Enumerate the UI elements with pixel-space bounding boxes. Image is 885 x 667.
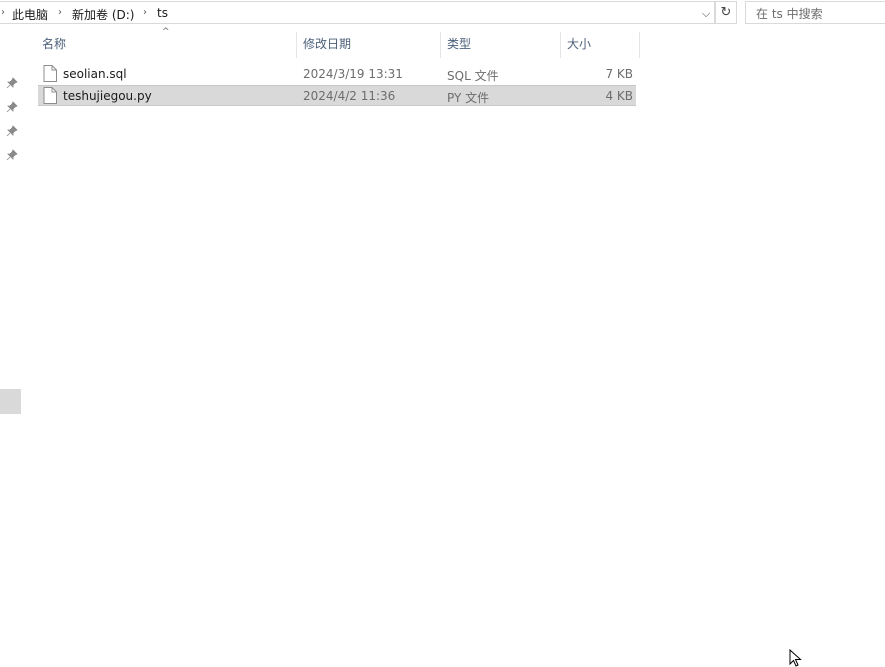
column-divider[interactable]: [560, 32, 561, 58]
file-name: teshujiegou.py: [63, 89, 152, 103]
search-input[interactable]: [754, 3, 885, 24]
file-size: 4 KB: [605, 89, 633, 103]
pin-icon[interactable]: [6, 77, 18, 89]
document-icon: [43, 65, 57, 82]
column-header-date[interactable]: 修改日期: [303, 32, 351, 56]
column-divider[interactable]: [296, 32, 297, 58]
column-header-name[interactable]: 名称: [42, 32, 66, 56]
breadcrumb[interactable]: › 此电脑 › 新加卷 (D:) › ts ⌵: [0, 1, 715, 24]
column-header-size[interactable]: 大小: [567, 32, 591, 56]
nav-pane-selected-item[interactable]: [0, 389, 21, 414]
refresh-button[interactable]: ↻: [715, 1, 737, 24]
search-box[interactable]: [745, 1, 885, 24]
chevron-down-icon[interactable]: ⌵: [699, 4, 713, 24]
chevron-right-icon[interactable]: ›: [1, 7, 5, 18]
pin-icon[interactable]: [6, 149, 18, 161]
file-modified-date: 2024/3/19 13:31: [303, 67, 403, 81]
mouse-pointer-icon: [789, 649, 802, 667]
file-size: 7 KB: [605, 67, 633, 81]
column-divider[interactable]: [639, 32, 640, 58]
document-icon: [43, 87, 57, 104]
file-modified-date: 2024/4/2 11:36: [303, 89, 396, 103]
column-divider[interactable]: [440, 32, 441, 58]
file-row-teshujiegou-py[interactable]: teshujiegou.py 2024/4/2 11:36 PY 文件 4 KB: [38, 85, 636, 106]
file-type: SQL 文件: [447, 69, 499, 83]
chevron-right-icon[interactable]: ›: [143, 7, 147, 18]
breadcrumb-drive-d[interactable]: 新加卷 (D:): [72, 6, 134, 23]
breadcrumb-this-pc[interactable]: 此电脑: [12, 6, 48, 23]
file-row-seolian-sql[interactable]: seolian.sql 2024/3/19 13:31 SQL 文件 7 KB: [38, 64, 636, 85]
file-name: seolian.sql: [63, 67, 127, 81]
breadcrumb-ts[interactable]: ts: [157, 6, 168, 20]
file-type: PY 文件: [447, 91, 490, 105]
refresh-icon: ↻: [720, 5, 732, 20]
sort-ascending-icon: ^: [162, 27, 170, 37]
pin-icon[interactable]: [6, 101, 18, 113]
pin-icon[interactable]: [6, 125, 18, 137]
column-header-type[interactable]: 类型: [447, 32, 471, 56]
chevron-right-icon[interactable]: ›: [58, 7, 62, 18]
address-bar: › 此电脑 › 新加卷 (D:) › ts ⌵ ↻: [0, 0, 885, 25]
